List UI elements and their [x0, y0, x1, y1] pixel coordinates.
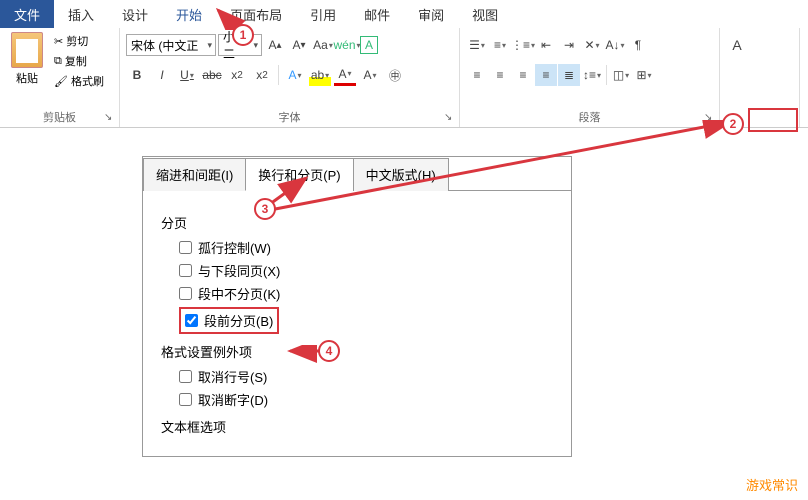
subscript-button[interactable]: x2 — [226, 64, 248, 86]
checkbox-keeplines[interactable] — [179, 287, 192, 300]
increase-indent-button[interactable]: ⇥ — [558, 34, 580, 56]
label-pagebreak: 段前分页(B) — [204, 311, 273, 330]
watermark: 游戏常识 — [746, 475, 798, 494]
highlight-box-2 — [748, 108, 798, 132]
tab-insert[interactable]: 插入 — [54, 0, 108, 28]
label-nohyphen: 取消断字(D) — [198, 390, 268, 409]
dialog-tab-chinese[interactable]: 中文版式(H) — [353, 158, 449, 191]
char-border-button[interactable]: A — [360, 36, 378, 54]
group-label-paragraph: 段落 — [460, 109, 719, 125]
tab-review[interactable]: 审阅 — [404, 0, 458, 28]
tab-layout[interactable]: 页面布局 — [216, 0, 296, 28]
section-textbox: 文本框选项 — [161, 417, 553, 436]
highlight-button[interactable]: ab — [309, 64, 331, 86]
borders-button[interactable]: ⊞ — [633, 64, 655, 86]
bold-button[interactable]: B — [126, 64, 148, 86]
numbering-button[interactable]: ≡ — [489, 34, 511, 56]
checkbox-widow[interactable] — [179, 241, 192, 254]
underline-button[interactable]: U — [176, 64, 198, 86]
checkbox-nohyphen[interactable] — [179, 393, 192, 406]
label-keepnext: 与下段同页(X) — [198, 261, 280, 280]
tab-references[interactable]: 引用 — [296, 0, 350, 28]
paragraph-launcher[interactable]: ↘ — [704, 112, 716, 124]
highlight-box-4: 段前分页(B) — [179, 307, 279, 334]
sort-button[interactable]: A↓ — [604, 34, 626, 56]
font-launcher[interactable]: ↘ — [444, 112, 456, 124]
tab-design[interactable]: 设计 — [108, 0, 162, 28]
brush-icon: 🖌 — [54, 75, 68, 88]
callout-2: 2 — [722, 113, 744, 135]
group-clipboard: 粘贴 ✂剪切 ⧉复制 🖌格式刷 剪贴板 ↘ — [0, 28, 120, 127]
change-case-button[interactable]: Aa — [312, 34, 334, 56]
multilevel-button[interactable]: ⋮≡ — [512, 34, 534, 56]
align-right-button[interactable]: ≡ — [512, 64, 534, 86]
show-marks-button[interactable]: ¶ — [627, 34, 649, 56]
tab-home[interactable]: 开始 — [162, 0, 216, 28]
paste-button[interactable]: 粘贴 — [6, 32, 48, 90]
font-color-button[interactable]: A — [334, 64, 356, 86]
tab-view[interactable]: 视图 — [458, 0, 512, 28]
align-center-button[interactable]: ≡ — [489, 64, 511, 86]
label-widow: 孤行控制(W) — [198, 238, 271, 257]
enclose-char-button[interactable]: ㊥ — [384, 64, 406, 86]
align-left-button[interactable]: ≡ — [466, 64, 488, 86]
dialog-tabs: 缩进和间距(I) 换行和分页(P) 中文版式(H) — [143, 157, 571, 191]
asian-layout-button[interactable]: ✕ — [581, 34, 603, 56]
scissors-icon: ✂ — [54, 35, 63, 48]
copy-button[interactable]: ⧉复制 — [52, 52, 106, 70]
group-label-font: 字体 — [120, 109, 459, 125]
checkbox-suppresslinenum[interactable] — [179, 370, 192, 383]
group-font: 宋体 (中文正 小二 A▴ A▾ Aa wén A B I U abc x2 x… — [120, 28, 460, 127]
phonetic-button[interactable]: wén — [336, 34, 358, 56]
tab-file[interactable]: 文件 — [0, 0, 54, 28]
char-shading-button[interactable]: A — [359, 64, 381, 86]
italic-button[interactable]: I — [151, 64, 173, 86]
justify-button[interactable]: ≡ — [535, 64, 557, 86]
cut-button[interactable]: ✂剪切 — [52, 32, 106, 50]
callout-1: 1 — [232, 24, 254, 46]
text-effects-button[interactable]: A — [284, 64, 306, 86]
checkbox-pagebreak[interactable] — [185, 314, 198, 327]
strike-button[interactable]: abc — [201, 64, 223, 86]
shrink-font-button[interactable]: A▾ — [288, 34, 310, 56]
distribute-button[interactable]: ≣ — [558, 64, 580, 86]
tab-mailings[interactable]: 邮件 — [350, 0, 404, 28]
bullets-button[interactable]: ☰ — [466, 34, 488, 56]
dialog-tab-indent[interactable]: 缩进和间距(I) — [143, 158, 246, 191]
font-name-combo[interactable]: 宋体 (中文正 — [126, 34, 216, 56]
copy-label: 复制 — [65, 53, 87, 69]
section-pagination: 分页 — [161, 213, 553, 232]
decrease-indent-button[interactable]: ⇤ — [535, 34, 557, 56]
dialog-body: 分页 孤行控制(W) 与下段同页(X) 段中不分页(K) 段前分页(B) 格式设… — [143, 191, 571, 456]
painter-label: 格式刷 — [71, 73, 104, 89]
cut-label: 剪切 — [66, 33, 88, 49]
section-exceptions: 格式设置例外项 — [161, 342, 553, 361]
paste-icon — [11, 32, 43, 68]
copy-icon: ⧉ — [54, 55, 62, 68]
callout-3: 3 — [254, 198, 276, 220]
label-keeplines: 段中不分页(K) — [198, 284, 280, 303]
styles-button[interactable]: A — [726, 34, 748, 56]
menu-bar: 文件 插入 设计 开始 页面布局 引用 邮件 审阅 视图 — [0, 0, 808, 28]
paragraph-dialog: 缩进和间距(I) 换行和分页(P) 中文版式(H) 分页 孤行控制(W) 与下段… — [142, 156, 572, 457]
callout-4: 4 — [318, 340, 340, 362]
group-paragraph: ☰ ≡ ⋮≡ ⇤ ⇥ ✕ A↓ ¶ ≡ ≡ ≡ ≡ ≣ ↕≡ ◫ ⊞ 段落 ↘ — [460, 28, 720, 127]
label-suppresslinenum: 取消行号(S) — [198, 367, 267, 386]
ribbon: 粘贴 ✂剪切 ⧉复制 🖌格式刷 剪贴板 ↘ 宋体 (中文正 小二 A▴ A▾ A… — [0, 28, 808, 128]
superscript-button[interactable]: x2 — [251, 64, 273, 86]
line-spacing-button[interactable]: ↕≡ — [581, 64, 603, 86]
checkbox-keepnext[interactable] — [179, 264, 192, 277]
grow-font-button[interactable]: A▴ — [264, 34, 286, 56]
paste-label: 粘贴 — [16, 70, 38, 86]
group-label-clipboard: 剪贴板 — [0, 109, 119, 125]
format-painter-button[interactable]: 🖌格式刷 — [52, 72, 106, 90]
clipboard-launcher[interactable]: ↘ — [104, 112, 116, 124]
dialog-tab-pagebreak[interactable]: 换行和分页(P) — [245, 158, 353, 191]
shading-button[interactable]: ◫ — [610, 64, 632, 86]
